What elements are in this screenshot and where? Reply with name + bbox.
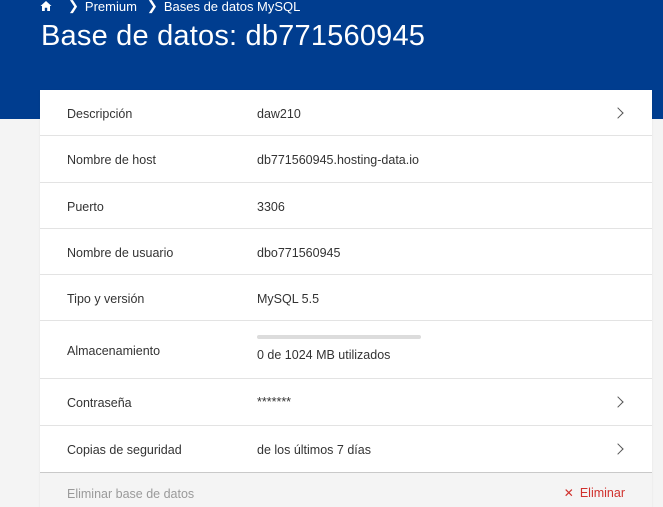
delete-button-label: Eliminar	[579, 486, 625, 500]
row-label: Nombre de usuario	[67, 246, 174, 260]
row-type-version: Tipo y versión MySQL 5.5	[40, 275, 652, 321]
row-value: de los últimos 7 días	[257, 443, 371, 457]
breadcrumb: ❯ Premium ❯ Bases de datos MySQL	[40, 0, 300, 14]
row-value: MySQL 5.5	[257, 292, 320, 306]
row-value: db771560945.hosting-data.io	[257, 153, 419, 167]
breadcrumb-item-mysql-databases[interactable]: Bases de datos MySQL	[164, 0, 301, 14]
close-icon: ✕	[563, 486, 574, 500]
row-value: dbo771560945	[257, 246, 341, 260]
page-title: Base de datos: db771560945	[41, 20, 426, 52]
row-backups[interactable]: Copias de seguridad de los últimos 7 día…	[40, 426, 652, 472]
delete-button[interactable]: ✕ Eliminar	[564, 486, 625, 500]
storage-usage-bar	[257, 335, 421, 339]
row-password[interactable]: Contraseña *******	[40, 379, 652, 426]
row-port: Puerto 3306	[40, 183, 652, 229]
database-details-card: Descripción daw210 Nombre de host db7715…	[40, 90, 652, 507]
row-username: Nombre de usuario dbo771560945	[40, 229, 652, 275]
delete-database-label: Eliminar base de datos	[67, 487, 195, 501]
row-storage: Almacenamiento 0 de 1024 MB utilizados	[40, 321, 652, 379]
row-description[interactable]: Descripción daw210	[40, 90, 652, 136]
row-value: 0 de 1024 MB utilizados	[257, 348, 391, 362]
row-hostname: Nombre de host db771560945.hosting-data.…	[40, 136, 652, 183]
breadcrumb-item-premium[interactable]: Premium	[85, 0, 137, 14]
row-label: Copias de seguridad	[67, 443, 182, 457]
row-label: Descripción	[67, 107, 133, 121]
chevron-right-icon[interactable]	[612, 107, 624, 119]
row-label: Nombre de host	[67, 153, 156, 167]
chevron-right-icon: ❯	[68, 0, 79, 13]
chevron-right-icon[interactable]	[612, 396, 624, 408]
row-value: daw210	[257, 107, 301, 121]
home-icon[interactable]	[40, 0, 52, 12]
row-label: Contraseña	[67, 396, 132, 410]
delete-database-row: Eliminar base de datos ✕ Eliminar	[40, 472, 652, 507]
row-value: *******	[257, 395, 292, 409]
row-label: Tipo y versión	[67, 292, 145, 306]
chevron-right-icon: ❯	[146, 0, 158, 13]
chevron-right-icon[interactable]	[612, 443, 624, 455]
row-label: Puerto	[67, 200, 104, 214]
row-label: Almacenamiento	[67, 344, 161, 358]
row-value: 3306	[257, 200, 285, 214]
